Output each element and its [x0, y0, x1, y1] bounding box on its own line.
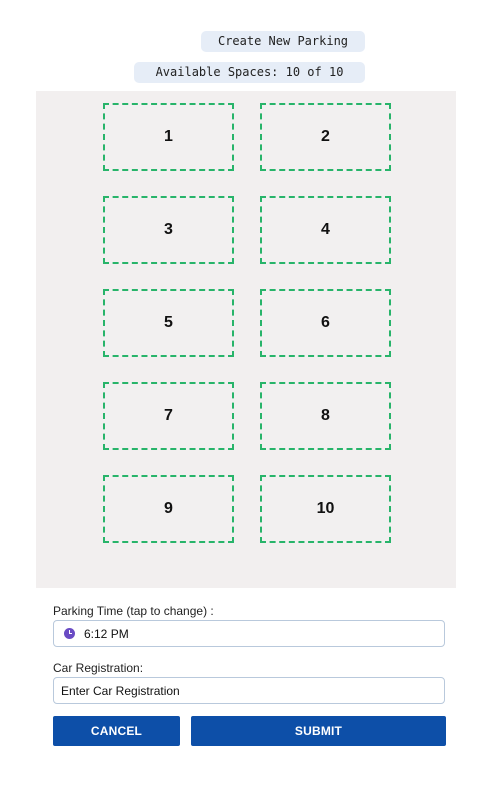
submit-button[interactable]: SUBMIT	[191, 716, 446, 746]
car-registration-label: Car Registration:	[53, 661, 144, 675]
car-registration-input[interactable]	[53, 677, 445, 704]
parking-time-label: Parking Time (tap to change) :	[53, 604, 214, 618]
page-title: Create New Parking	[201, 31, 365, 52]
parking-time-value: 6:12 PM	[84, 626, 129, 641]
parking-space-9[interactable]: 9	[103, 475, 234, 543]
available-spaces-badge: Available Spaces: 10 of 10	[134, 62, 365, 83]
parking-space-4[interactable]: 4	[260, 196, 391, 264]
parking-space-1[interactable]: 1	[103, 103, 234, 171]
cancel-button[interactable]: CANCEL	[53, 716, 180, 746]
parking-lot-grid: 1 2 3 4 5 6 7 8 9 10	[36, 91, 456, 588]
parking-space-10[interactable]: 10	[260, 475, 391, 543]
parking-space-label: 5	[164, 314, 173, 331]
parking-space-7[interactable]: 7	[103, 382, 234, 450]
clock-icon	[64, 628, 75, 639]
parking-space-5[interactable]: 5	[103, 289, 234, 357]
parking-space-label: 10	[316, 500, 335, 517]
parking-space-label: 2	[321, 128, 330, 145]
parking-space-label: 8	[321, 407, 330, 424]
parking-space-label: 6	[321, 314, 330, 331]
parking-space-8[interactable]: 8	[260, 382, 391, 450]
parking-space-3[interactable]: 3	[103, 196, 234, 264]
parking-space-label: 7	[164, 407, 173, 424]
parking-space-6[interactable]: 6	[260, 289, 391, 357]
parking-space-label: 3	[164, 221, 173, 238]
parking-time-picker[interactable]: 6:12 PM	[53, 620, 445, 647]
parking-space-label: 4	[321, 221, 330, 238]
parking-space-2[interactable]: 2	[260, 103, 391, 171]
parking-space-label: 1	[164, 128, 173, 145]
parking-space-label: 9	[164, 500, 173, 517]
